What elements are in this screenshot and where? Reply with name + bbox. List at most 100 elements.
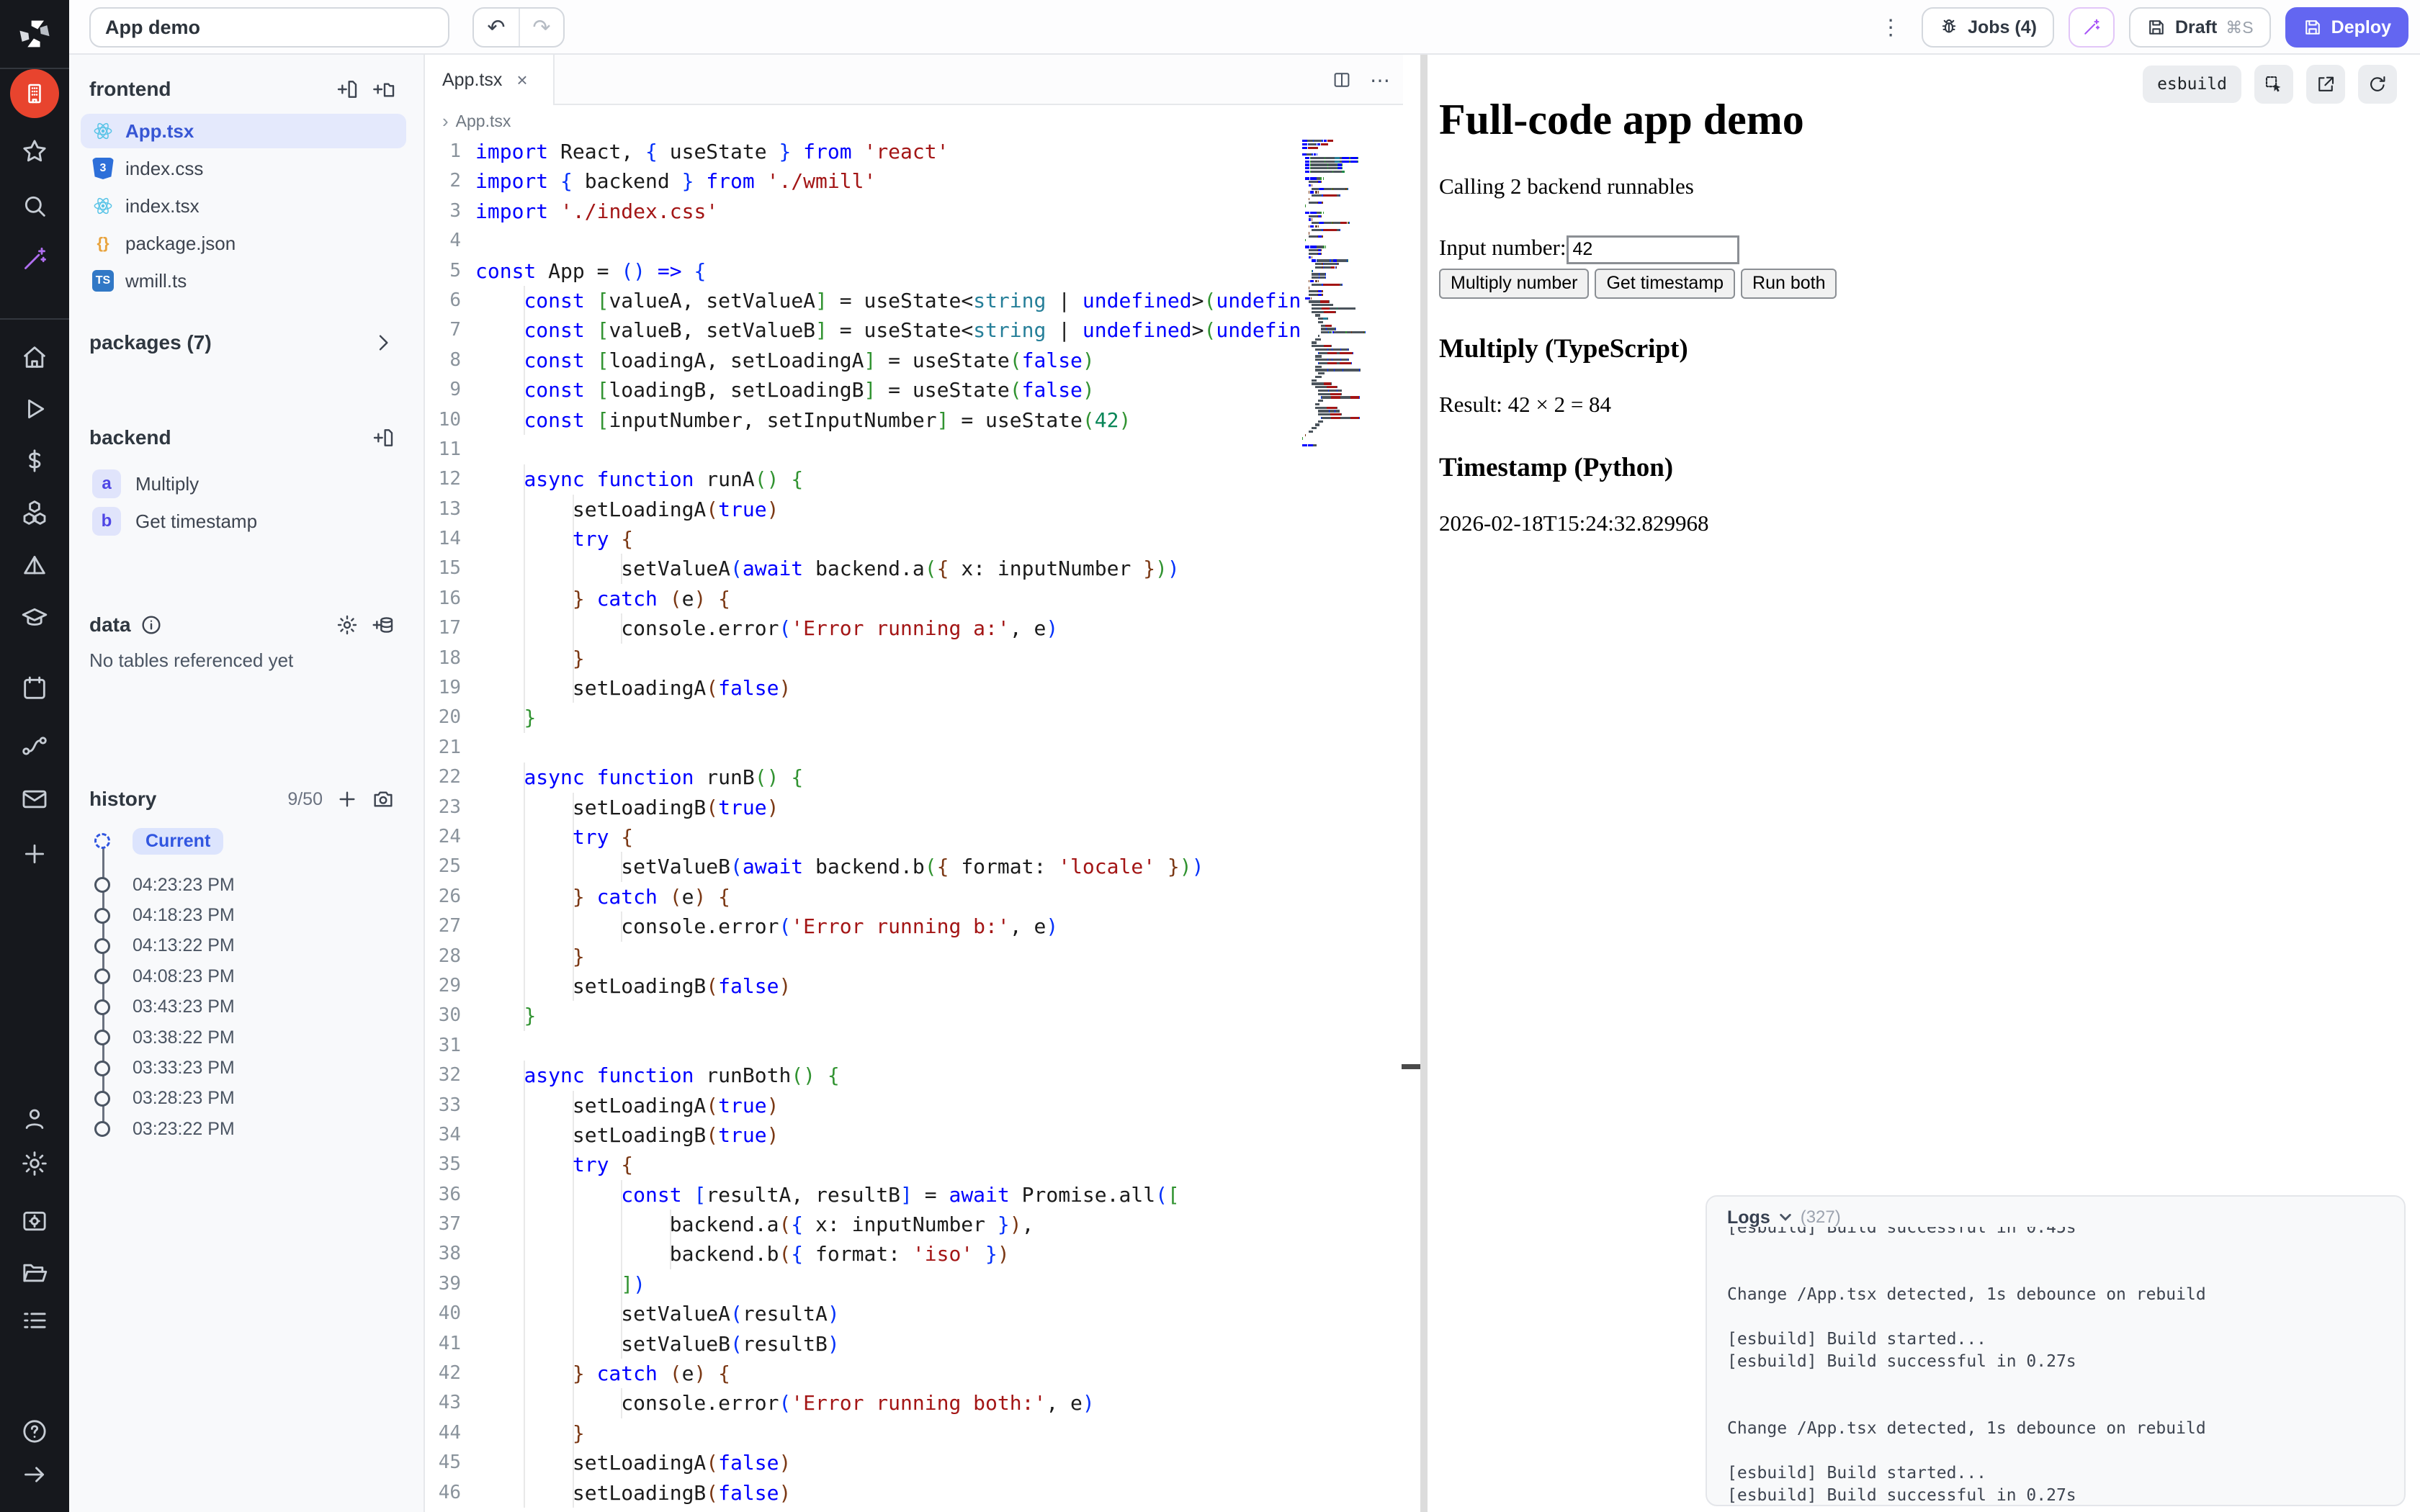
code-line[interactable]: 33 setLoadingA(true) <box>425 1091 1403 1120</box>
history-entry[interactable]: 03:38:22 PM <box>89 1022 409 1053</box>
draft-button[interactable]: Draft⌘S <box>2129 7 2271 48</box>
resources-icon[interactable] <box>20 498 49 527</box>
code-line[interactable]: 18 } <box>425 644 1403 673</box>
windmill-logo[interactable] <box>0 0 69 69</box>
add-snapshot-icon[interactable] <box>336 788 359 811</box>
run-both-button[interactable]: Run both <box>1741 269 1837 299</box>
history-entry[interactable]: 03:43:23 PM <box>89 992 409 1022</box>
learn-icon[interactable] <box>20 603 49 632</box>
code-line[interactable]: 2import { backend } from './wmill' <box>425 166 1403 196</box>
history-entry[interactable]: 03:23:22 PM <box>89 1114 409 1144</box>
file-item-package-json[interactable]: {}package.json <box>81 226 406 261</box>
code-line[interactable]: 19 setLoadingA(false) <box>425 673 1403 703</box>
file-item-wmill-ts[interactable]: TSwmill.ts <box>81 264 406 298</box>
packages-section-header[interactable]: packages (7) <box>89 331 395 354</box>
get-timestamp-button[interactable]: Get timestamp <box>1595 269 1735 299</box>
code-line[interactable]: 38 backend.b({ format: 'iso' }) <box>425 1239 1403 1269</box>
folders-icon[interactable] <box>20 1259 49 1287</box>
data-settings-gear-icon[interactable] <box>336 613 359 636</box>
code-line[interactable]: 42 } catch (e) { <box>425 1359 1403 1388</box>
flows-icon[interactable] <box>20 732 49 760</box>
code-line[interactable]: 14 try { <box>425 524 1403 554</box>
code-line[interactable]: 23 setLoadingB(true) <box>425 793 1403 822</box>
code-line[interactable]: 17 console.error('Error running a:', e) <box>425 613 1403 643</box>
code-line[interactable]: 41 setValueB(resultB) <box>425 1329 1403 1359</box>
help-icon[interactable] <box>20 1417 49 1446</box>
history-current[interactable]: Current <box>89 822 409 860</box>
split-editor-icon[interactable] <box>1331 69 1353 91</box>
code-line[interactable]: 31 <box>425 1031 1403 1061</box>
code-line[interactable]: 5const App = () => { <box>425 256 1403 286</box>
undo-button[interactable]: ↶ <box>474 9 519 46</box>
history-entry[interactable]: 04:13:22 PM <box>89 931 409 961</box>
add-folder-icon[interactable] <box>372 78 395 101</box>
resize-handle[interactable] <box>1402 1064 1420 1069</box>
add-icon[interactable] <box>20 840 49 868</box>
variables-icon[interactable] <box>20 446 49 475</box>
code-line[interactable]: 13 setLoadingA(true) <box>425 495 1403 524</box>
backend-runnable-a[interactable]: aMultiply <box>81 467 406 501</box>
refresh-button[interactable] <box>2358 65 2397 104</box>
code-line[interactable]: 8 const [loadingA, setLoadingA] = useSta… <box>425 346 1403 375</box>
code-line[interactable]: 11 <box>425 435 1403 464</box>
redo-button[interactable]: ↷ <box>519 9 563 46</box>
schedules-icon[interactable] <box>20 674 49 703</box>
code-line[interactable]: 1import React, { useState } from 'react' <box>425 137 1403 166</box>
code-line[interactable]: 12 async function runA() { <box>425 464 1403 494</box>
panel-divider[interactable] <box>1420 55 1428 1512</box>
ai-wand-button[interactable] <box>2069 7 2115 48</box>
logs-title[interactable]: Logs <box>1727 1207 1770 1228</box>
code-area[interactable]: 1import React, { useState } from 'react'… <box>425 137 1403 1512</box>
app-name-input[interactable]: App demo <box>89 7 449 48</box>
code-line[interactable]: 32 async function runBoth() { <box>425 1061 1403 1090</box>
code-line[interactable]: 28 } <box>425 942 1403 971</box>
add-file-icon[interactable] <box>336 78 359 101</box>
history-entry[interactable]: 03:33:23 PM <box>89 1053 409 1083</box>
code-line[interactable]: 40 setValueA(resultA) <box>425 1299 1403 1328</box>
code-line[interactable]: 46 setLoadingB(false) <box>425 1478 1403 1508</box>
mail-icon[interactable] <box>20 785 49 814</box>
code-line[interactable]: 36 const [resultA, resultB] = await Prom… <box>425 1180 1403 1210</box>
code-line[interactable]: 9 const [loadingB, setLoadingB] = useSta… <box>425 375 1403 405</box>
code-line[interactable]: 30 } <box>425 1001 1403 1030</box>
code-line[interactable]: 24 try { <box>425 822 1403 852</box>
code-line[interactable]: 22 async function runB() { <box>425 762 1403 792</box>
history-entry[interactable]: 04:18:23 PM <box>89 900 409 930</box>
expand-icon[interactable] <box>20 1460 49 1489</box>
bundler-badge[interactable]: esbuild <box>2143 66 2241 103</box>
code-line[interactable]: 25 setValueB(await backend.b({ format: '… <box>425 852 1403 881</box>
camera-icon[interactable] <box>372 788 395 811</box>
code-line[interactable]: 45 setLoadingA(false) <box>425 1448 1403 1477</box>
code-line[interactable]: 44 } <box>425 1418 1403 1448</box>
code-line[interactable]: 16 } catch (e) { <box>425 584 1403 613</box>
close-tab-icon[interactable]: × <box>516 69 527 91</box>
file-item-index-css[interactable]: 3index.css <box>81 151 406 186</box>
multiply-number-button[interactable]: Multiply number <box>1439 269 1589 299</box>
code-line[interactable]: 21 <box>425 733 1403 762</box>
star-icon[interactable] <box>20 137 49 166</box>
app-icon[interactable] <box>10 69 59 118</box>
code-line[interactable]: 35 try { <box>425 1150 1403 1179</box>
add-database-icon[interactable] <box>372 613 395 636</box>
code-line[interactable]: 20 } <box>425 703 1403 732</box>
code-line[interactable]: 37 backend.a({ x: inputNumber }), <box>425 1210 1403 1239</box>
open-external-button[interactable] <box>2306 65 2345 104</box>
minimap[interactable] <box>1302 140 1394 449</box>
jobs-button[interactable]: Jobs (4) <box>1922 7 2054 48</box>
chevron-right-icon[interactable] <box>372 331 395 354</box>
file-item-app-tsx[interactable]: App.tsx <box>81 114 406 148</box>
history-entry[interactable]: 03:28:23 PM <box>89 1084 409 1114</box>
code-line[interactable]: 39 ]) <box>425 1269 1403 1299</box>
settings-icon[interactable] <box>20 1149 49 1178</box>
user-icon[interactable] <box>20 1104 49 1133</box>
code-line[interactable]: 34 setLoadingB(true) <box>425 1120 1403 1150</box>
code-line[interactable]: 29 setLoadingB(false) <box>425 971 1403 1001</box>
add-file-icon[interactable] <box>372 426 395 449</box>
wand-icon[interactable] <box>20 245 49 274</box>
code-line[interactable]: 15 setValueA(await backend.a({ x: inputN… <box>425 554 1403 583</box>
history-entry[interactable]: 04:23:23 PM <box>89 870 409 900</box>
home-icon[interactable] <box>20 343 49 372</box>
search-icon[interactable] <box>20 192 49 220</box>
code-line[interactable]: 27 console.error('Error running b:', e) <box>425 912 1403 941</box>
kebab-menu-icon[interactable]: ⋮ <box>1874 15 1907 40</box>
